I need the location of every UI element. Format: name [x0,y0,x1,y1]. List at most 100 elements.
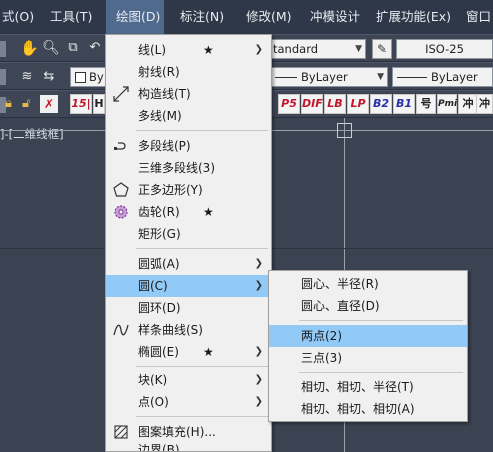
linetype-sample [275,77,297,78]
plugin-button-9[interactable]: 号 [416,94,436,114]
text-style-combo[interactable]: tandard ▼ [268,39,366,59]
color-combo[interactable]: By [70,67,110,87]
pickbox [337,123,352,138]
menu-item-label: 构造线(T) [138,87,191,101]
dim-style-combo[interactable]: ISO-25 [396,39,493,59]
plugin-button-5[interactable]: LB [324,94,346,114]
submenu-item-tan-tan-radius[interactable]: 相切、相切、半径(T) [269,376,467,398]
magnifier-icon[interactable]: 🔍︎ [42,39,60,57]
menu-separator [299,320,463,321]
linetype-value: ByLayer [301,70,348,84]
menu-item-polygon[interactable]: 正多边形(Y) [106,179,271,201]
menu-item-label: 多段线(P) [138,139,191,153]
submenu-item-label: 相切、相切、半径(T) [301,380,414,394]
menu-separator [136,130,268,131]
menu-item-line[interactable]: 线(L) ★ ❯ [106,39,271,61]
plugin-button-4[interactable]: DIF [301,94,323,114]
menu-item-point[interactable]: 点(O) ❯ [106,391,271,413]
menu-window[interactable]: 窗口 [466,0,493,34]
plugin-button-12[interactable]: 冲 [476,94,493,114]
plugin-button-6[interactable]: LP [347,94,369,114]
menu-item-polyline[interactable]: 多段线(P) [106,135,271,157]
menu-item-construction-line[interactable]: 构造线(T) [106,83,271,105]
construction-line-icon [113,86,129,102]
lineweight-combo[interactable]: ByLayer [392,67,493,87]
chevron-right-icon: ❯ [254,396,263,407]
menu-item-label: 点(O) [138,395,169,409]
pentagon-icon [113,182,129,197]
chevron-down-icon: ▼ [355,44,362,54]
lineweight-sample [397,77,427,78]
star-icon: ★ [203,345,214,359]
layer-previous-icon[interactable]: ⇆ [40,68,58,86]
submenu-item-center-diameter[interactable]: 圆心、直径(D) [269,295,467,317]
zoom-previous-icon[interactable]: ↶ [86,39,104,57]
circle-submenu: 圆心、半径(R) 圆心、直径(D) 两点(2) 三点(3) 相切、相切、半径(T… [268,270,468,422]
plugin-button-1[interactable]: 15| [70,94,92,114]
plugin-button-10[interactable]: Pmi [437,94,457,114]
submenu-item-2-point[interactable]: 两点(2) [269,325,467,347]
menu-bar: 式(O) 工具(T) 绘图(D) 标注(N) 修改(M) 冲模设计 扩展功能(E… [0,0,493,34]
menu-tools[interactable]: 工具(T) [50,0,102,34]
plugin-button-7[interactable]: B2 [370,94,392,114]
hand-icon[interactable]: ✋ [20,39,39,57]
dim-style-icon[interactable]: ✎ [372,39,392,59]
menu-item-arc[interactable]: 圆弧(A) ❯ [106,253,271,275]
linetype-combo[interactable]: ByLayer ▼ [270,67,388,87]
menu-separator [136,416,268,417]
menu-separator [299,372,463,373]
menu-dimension[interactable]: 标注(N) [180,0,236,34]
menu-die-design[interactable]: 冲模设计 [310,0,368,34]
lock-icon[interactable]: 🔒︎ [5,96,19,112]
menu-item-gear[interactable]: 齿轮(R) ★ [106,201,271,223]
menu-item-3d-polyline[interactable]: 三维多段线(3) [106,157,271,179]
tool-icon[interactable]: ✗ [40,95,58,113]
menu-item-multiline[interactable]: 多线(M) [106,105,271,127]
menu-item-spline[interactable]: 样条曲线(S) [106,319,271,341]
menu-item-label: 多线(M) [138,109,182,123]
menu-item-boundary[interactable]: 边界(B)... [106,441,271,451]
menu-item-label: 射线(R) [138,65,180,79]
menu-separator [136,248,268,249]
menu-item-block[interactable]: 块(K) ❯ [106,369,271,391]
plugin-button-8[interactable]: B1 [393,94,415,114]
menu-modify[interactable]: 修改(M) [246,0,302,34]
lineweight-value: ByLayer [431,70,478,84]
unlock-icon[interactable]: 🔓︎ [22,96,36,112]
menu-item-circle[interactable]: 圆(C) ❯ [106,275,271,297]
submenu-item-center-radius[interactable]: 圆心、半径(R) [269,273,467,295]
plugin-button-11[interactable]: 冲 [458,94,478,114]
polyline-icon [114,142,126,150]
menu-item-label: 正多边形(Y) [138,183,203,197]
menu-item-donut[interactable]: 圆环(D) [106,297,271,319]
menu-item-label: 样条曲线(S) [138,323,203,337]
menu-format[interactable]: 式(O) [0,0,40,34]
layer-states-icon[interactable]: ≋ [18,68,36,86]
spline-icon [113,324,129,336]
menu-item-label: 图案填充(H)... [138,425,216,439]
menu-item-hatch[interactable]: 图案填充(H)... [106,421,271,443]
star-icon: ★ [203,205,214,219]
menu-item-rectangle[interactable]: 矩形(G) [106,223,271,245]
menu-item-label: 圆弧(A) [138,257,180,271]
menu-item-ellipse[interactable]: 椭圆(E) ★ ❯ [106,341,271,363]
menu-extensions[interactable]: 扩展功能(Ex) [376,0,456,34]
color-value: By [89,70,104,84]
chevron-right-icon: ❯ [254,258,263,269]
color-swatch [75,72,86,83]
submenu-item-3-point[interactable]: 三点(3) [269,347,467,369]
plugin-button-2[interactable]: H [93,94,105,114]
toolbar-grip[interactable] [0,41,6,57]
plugin-button-3[interactable]: P5 [278,94,300,114]
toolbar-grip[interactable] [0,69,6,85]
dim-style-value: ISO-25 [425,42,464,56]
text-style-value: tandard [273,42,319,56]
menu-draw[interactable]: 绘图(D) [106,0,164,34]
menu-item-label: 三维多段线(3) [138,161,215,175]
menu-item-ray[interactable]: 射线(R) [106,61,271,83]
viewport-label[interactable]: ]-[二维线框] [0,126,64,142]
gear-icon [114,205,128,219]
zoom-window-icon[interactable]: ⧉ [64,39,82,57]
submenu-item-tan-tan-tan[interactable]: 相切、相切、相切(A) [269,398,467,420]
submenu-item-label: 相切、相切、相切(A) [301,402,415,416]
